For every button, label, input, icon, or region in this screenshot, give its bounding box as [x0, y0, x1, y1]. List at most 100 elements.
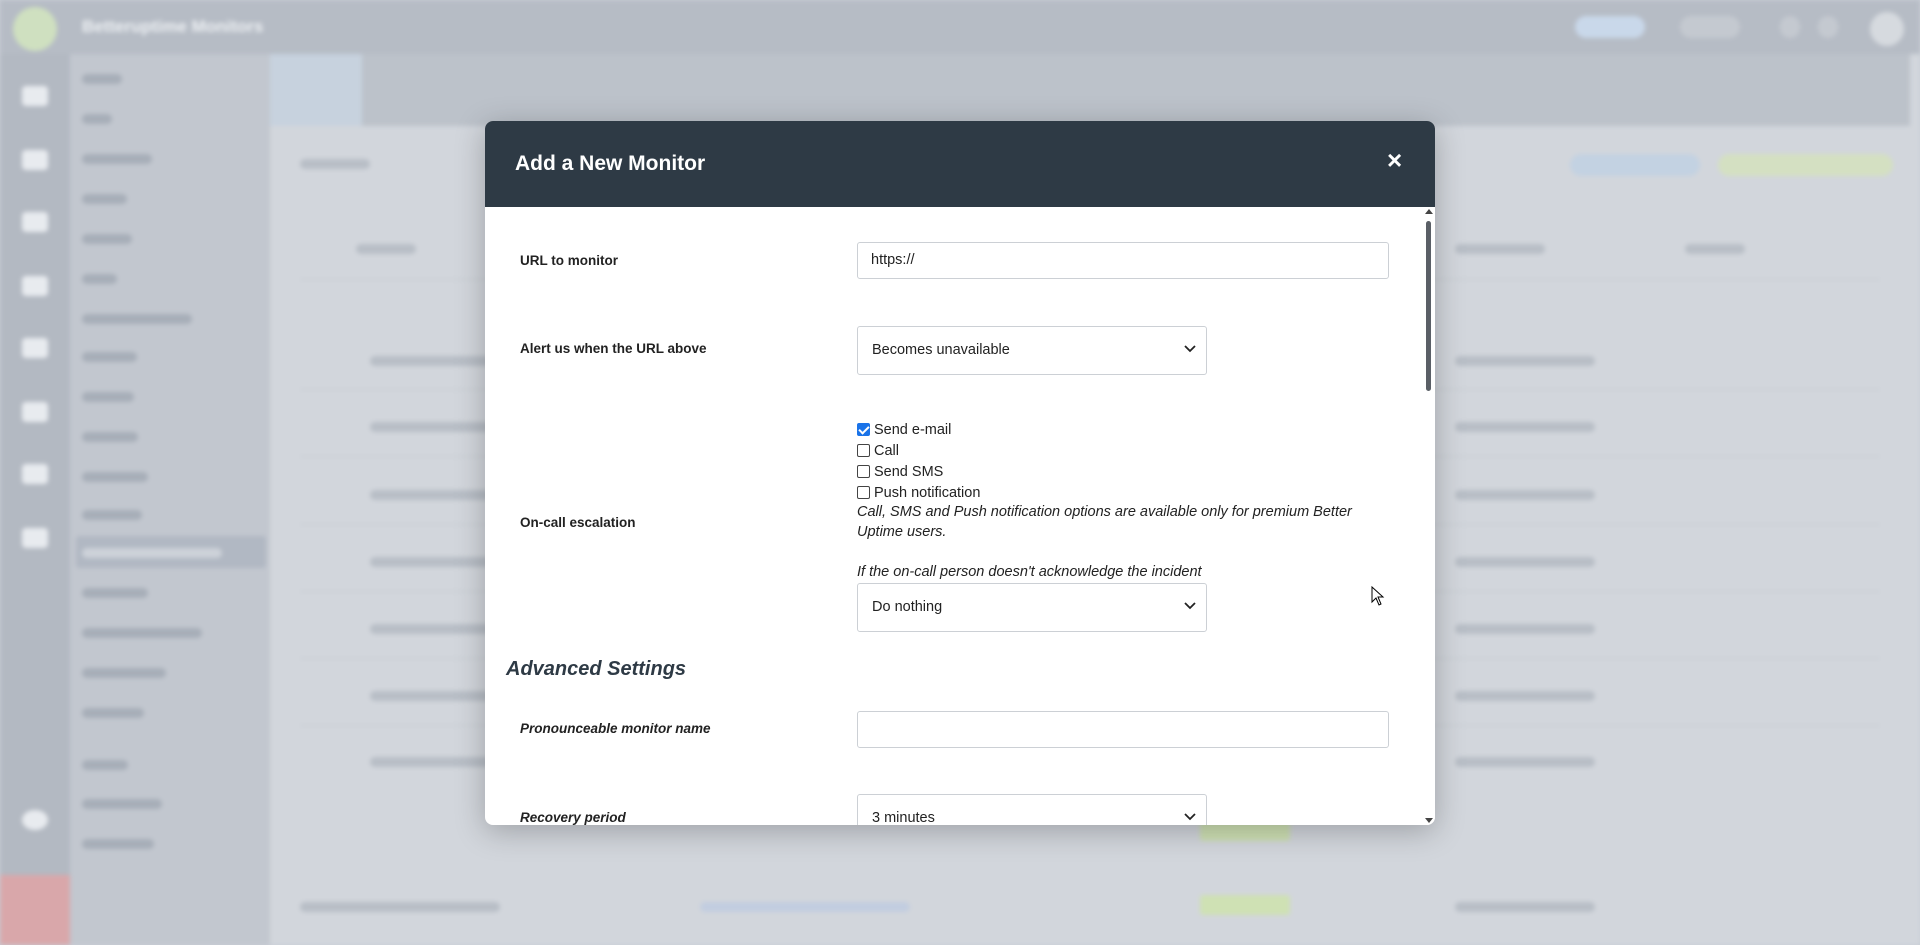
sidebar-item: [82, 588, 148, 598]
help-button: [1680, 16, 1740, 38]
modal-header: Add a New Monitor ×: [485, 121, 1435, 207]
table-cell: [1455, 490, 1595, 500]
checkbox[interactable]: [857, 486, 870, 499]
checkbox-send-sms[interactable]: Send SMS: [857, 463, 943, 480]
url-label: URL to monitor: [520, 253, 618, 268]
escalation-label: On-call escalation: [520, 515, 636, 530]
table-cell: [700, 902, 910, 912]
sidebar-item: [82, 548, 222, 558]
sidebar-item: [82, 799, 162, 809]
app-logo: [13, 7, 57, 51]
checkbox-checked[interactable]: [857, 423, 870, 436]
filter: [300, 159, 370, 169]
app-title: Betteruptime Monitors: [82, 17, 264, 36]
rail-item: [22, 150, 48, 170]
checkbox-label: Push notification: [874, 484, 981, 501]
recovery-label: Recovery period: [520, 810, 626, 825]
ack-select-value: Do nothing: [872, 599, 943, 615]
rail-item: [22, 338, 48, 358]
sidebar-item: [82, 274, 117, 284]
close-icon[interactable]: ×: [1387, 147, 1402, 173]
table-cell: [1455, 691, 1595, 701]
recovery-select[interactable]: 3 minutes: [857, 794, 1207, 825]
mouse-cursor-icon: [1371, 586, 1385, 606]
sidebar-item: [82, 839, 154, 849]
header-button: [1718, 154, 1893, 176]
table-cell: [1455, 356, 1595, 366]
sidebar-item: [82, 314, 192, 324]
sidebar-item: [82, 510, 142, 520]
sidebar-item: [82, 234, 132, 244]
column-header: [1685, 244, 1745, 254]
top-bar: Betteruptime Monitors: [0, 0, 1920, 54]
chevron-down-icon: [1184, 813, 1196, 821]
upgrade-button: [1575, 16, 1645, 38]
table-cell: [1455, 757, 1595, 767]
sidebar-item: [82, 760, 128, 770]
table-cell: [1455, 624, 1595, 634]
recovery-select-value: 3 minutes: [872, 810, 935, 825]
checkbox-call[interactable]: Call: [857, 442, 899, 459]
sidebar: [70, 54, 270, 945]
rail-alert: [0, 875, 70, 945]
pronounceable-label: Pronounceable monitor name: [520, 721, 711, 736]
icon-rail: [0, 54, 70, 945]
settings-icon: [1818, 16, 1838, 38]
scroll-up-icon[interactable]: [1425, 209, 1433, 214]
table-cell: [1455, 902, 1595, 912]
add-monitor-modal: Add a New Monitor × URL to monitor Alert…: [485, 121, 1435, 825]
chevron-down-icon: [1184, 345, 1196, 353]
sidebar-item: [82, 432, 138, 442]
url-input[interactable]: [857, 242, 1389, 279]
status-badge: [1200, 895, 1290, 915]
sidebar-item: [82, 74, 122, 84]
rail-item: [22, 276, 48, 296]
rail-item: [22, 86, 48, 106]
checkbox-push-notification[interactable]: Push notification: [857, 484, 980, 501]
ack-note: If the on-call person doesn't acknowledg…: [857, 564, 1202, 580]
chevron-down-icon: [1184, 602, 1196, 610]
alert-select-value: Becomes unavailable: [872, 342, 1010, 358]
table-cell: [1455, 422, 1595, 432]
sidebar-item: [82, 352, 137, 362]
tab-active: [270, 54, 362, 126]
column-header: [1455, 244, 1545, 254]
alert-select[interactable]: Becomes unavailable: [857, 326, 1207, 375]
sidebar-item: [82, 668, 166, 678]
scrollbar-thumb[interactable]: [1426, 221, 1431, 391]
header-button: [1570, 154, 1700, 176]
sidebar-item: [82, 114, 112, 124]
alert-label: Alert us when the URL above: [520, 341, 707, 356]
pronounceable-input[interactable]: [857, 711, 1389, 748]
sidebar-item: [82, 194, 127, 204]
checkbox[interactable]: [857, 444, 870, 457]
checkbox-label: Send SMS: [874, 463, 944, 480]
rail-item: [22, 212, 48, 232]
table-cell: [1455, 557, 1595, 567]
checkbox-label: Call: [874, 442, 899, 459]
sidebar-item: [82, 392, 134, 402]
advanced-settings-heading: Advanced Settings: [506, 658, 687, 680]
table-cell: [300, 902, 500, 912]
tabs-bar: [270, 54, 1910, 126]
modal-body: URL to monitor Alert us when the URL abo…: [485, 207, 1435, 825]
column-header: [356, 244, 416, 254]
notifications-icon: [1780, 16, 1800, 38]
scroll-down-icon[interactable]: [1425, 818, 1433, 823]
checkbox-label: Send e-mail: [874, 421, 952, 438]
checkbox[interactable]: [857, 465, 870, 478]
rail-item: [22, 528, 48, 548]
modal-scrollbar[interactable]: [1423, 207, 1435, 825]
sidebar-item: [82, 628, 202, 638]
sidebar-item: [82, 708, 144, 718]
rail-item: [22, 464, 48, 484]
sidebar-item: [82, 472, 148, 482]
modal-title: Add a New Monitor: [515, 152, 706, 175]
rail-item: [22, 402, 48, 422]
ack-select[interactable]: Do nothing: [857, 583, 1207, 632]
rail-item: [22, 810, 48, 830]
avatar: [1870, 12, 1904, 46]
sidebar-item: [82, 154, 152, 164]
checkbox-send-email[interactable]: Send e-mail: [857, 421, 951, 438]
premium-note: Call, SMS and Push notification options …: [857, 504, 1352, 540]
